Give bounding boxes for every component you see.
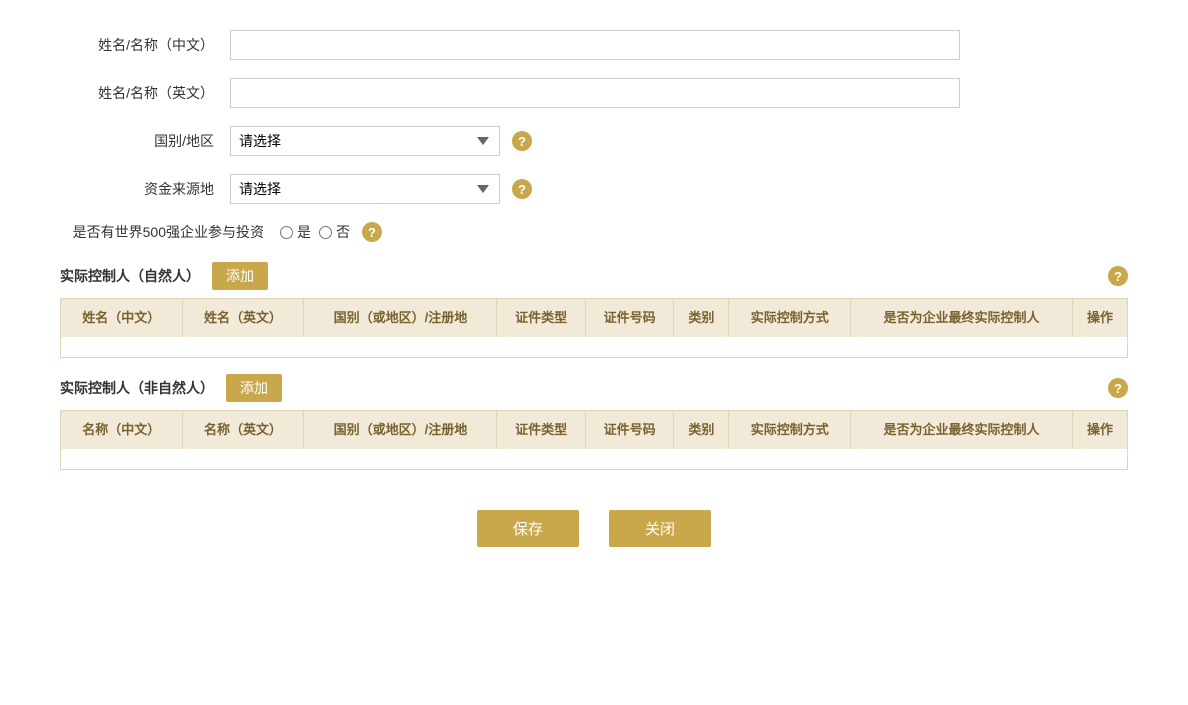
fortune500-no-label[interactable]: 否 bbox=[319, 222, 350, 242]
section2-col-2: 国别（或地区）/注册地 bbox=[304, 411, 497, 449]
section1-col-2: 国别（或地区）/注册地 bbox=[304, 299, 497, 337]
section1-col-6: 实际控制方式 bbox=[729, 299, 851, 337]
close-button[interactable]: 关闭 bbox=[609, 510, 711, 547]
section2-col-0: 名称（中文） bbox=[61, 411, 182, 449]
name-cn-label: 姓名/名称（中文） bbox=[60, 35, 230, 55]
fund-source-help-icon[interactable]: ? bbox=[512, 179, 532, 199]
section1-col-4: 证件号码 bbox=[585, 299, 673, 337]
section2-empty-row bbox=[61, 449, 1127, 469]
country-help-icon[interactable]: ? bbox=[512, 131, 532, 151]
section1-help-icon[interactable]: ? bbox=[1108, 266, 1128, 286]
section1-col-1: 姓名（英文） bbox=[182, 299, 304, 337]
section1-col-7: 是否为企业最终实际控制人 bbox=[851, 299, 1073, 337]
fund-source-field-group: 请选择 ? bbox=[230, 174, 960, 204]
fund-source-select[interactable]: 请选择 bbox=[230, 174, 500, 204]
save-button[interactable]: 保存 bbox=[477, 510, 579, 547]
fortune500-label: 是否有世界500强企业参与投资 bbox=[60, 222, 280, 242]
country-select[interactable]: 请选择 bbox=[230, 126, 500, 156]
section2-col-7: 是否为企业最终实际控制人 bbox=[851, 411, 1073, 449]
fortune500-no-radio[interactable] bbox=[319, 226, 332, 239]
fortune500-radio-group: 是 否 bbox=[280, 222, 350, 242]
name-cn-input[interactable] bbox=[230, 30, 960, 60]
section2-table-wrapper: 名称（中文） 名称（英文） 国别（或地区）/注册地 证件类型 证件号码 类别 实… bbox=[60, 410, 1128, 470]
section1-table: 姓名（中文） 姓名（英文） 国别（或地区）/注册地 证件类型 证件号码 类别 实… bbox=[61, 299, 1127, 357]
section2-col-3: 证件类型 bbox=[497, 411, 585, 449]
section1-add-button[interactable]: 添加 bbox=[212, 262, 268, 290]
section2-table: 名称（中文） 名称（英文） 国别（或地区）/注册地 证件类型 证件号码 类别 实… bbox=[61, 411, 1127, 469]
section2-col-6: 实际控制方式 bbox=[729, 411, 851, 449]
section2-col-8: 操作 bbox=[1072, 411, 1127, 449]
fund-source-label: 资金来源地 bbox=[60, 179, 230, 199]
section2-add-button[interactable]: 添加 bbox=[226, 374, 282, 402]
fortune500-yes-text: 是 bbox=[297, 222, 311, 242]
name-en-input[interactable] bbox=[230, 78, 960, 108]
name-en-row: 姓名/名称（英文） bbox=[60, 78, 1128, 108]
section1-col-8: 操作 bbox=[1072, 299, 1127, 337]
section2-table-header-row: 名称（中文） 名称（英文） 国别（或地区）/注册地 证件类型 证件号码 类别 实… bbox=[61, 411, 1127, 449]
fund-source-row: 资金来源地 请选择 ? bbox=[60, 174, 1128, 204]
fortune500-no-text: 否 bbox=[336, 222, 350, 242]
page-container: 姓名/名称（中文） 姓名/名称（英文） 国别/地区 请选择 ? 资金来源地 请选… bbox=[0, 0, 1188, 617]
section1-col-5: 类别 bbox=[674, 299, 729, 337]
country-row: 国别/地区 请选择 ? bbox=[60, 126, 1128, 156]
fortune500-yes-label[interactable]: 是 bbox=[280, 222, 311, 242]
section1-table-wrapper: 姓名（中文） 姓名（英文） 国别（或地区）/注册地 证件类型 证件号码 类别 实… bbox=[60, 298, 1128, 358]
fortune500-field-group: 是 否 ? bbox=[280, 222, 960, 242]
section2-title: 实际控制人（非自然人） bbox=[60, 378, 214, 398]
section1-header: 实际控制人（自然人） 添加 ? bbox=[60, 262, 1128, 290]
country-label: 国别/地区 bbox=[60, 131, 230, 151]
section2-col-4: 证件号码 bbox=[585, 411, 673, 449]
section1-col-3: 证件类型 bbox=[497, 299, 585, 337]
section1-table-header-row: 姓名（中文） 姓名（英文） 国别（或地区）/注册地 证件类型 证件号码 类别 实… bbox=[61, 299, 1127, 337]
fortune500-yes-radio[interactable] bbox=[280, 226, 293, 239]
section2-col-5: 类别 bbox=[674, 411, 729, 449]
fortune500-row: 是否有世界500强企业参与投资 是 否 ? bbox=[60, 222, 1128, 242]
country-field-group: 请选择 ? bbox=[230, 126, 960, 156]
footer-buttons: 保存 关闭 bbox=[60, 510, 1128, 577]
section1-col-0: 姓名（中文） bbox=[61, 299, 182, 337]
fortune500-help-icon[interactable]: ? bbox=[362, 222, 382, 242]
section2-col-1: 名称（英文） bbox=[182, 411, 304, 449]
section1-title: 实际控制人（自然人） bbox=[60, 266, 200, 286]
section1-empty-row bbox=[61, 337, 1127, 357]
name-en-label: 姓名/名称（英文） bbox=[60, 83, 230, 103]
name-cn-row: 姓名/名称（中文） bbox=[60, 30, 1128, 60]
section2-header: 实际控制人（非自然人） 添加 ? bbox=[60, 374, 1128, 402]
section2-help-icon[interactable]: ? bbox=[1108, 378, 1128, 398]
